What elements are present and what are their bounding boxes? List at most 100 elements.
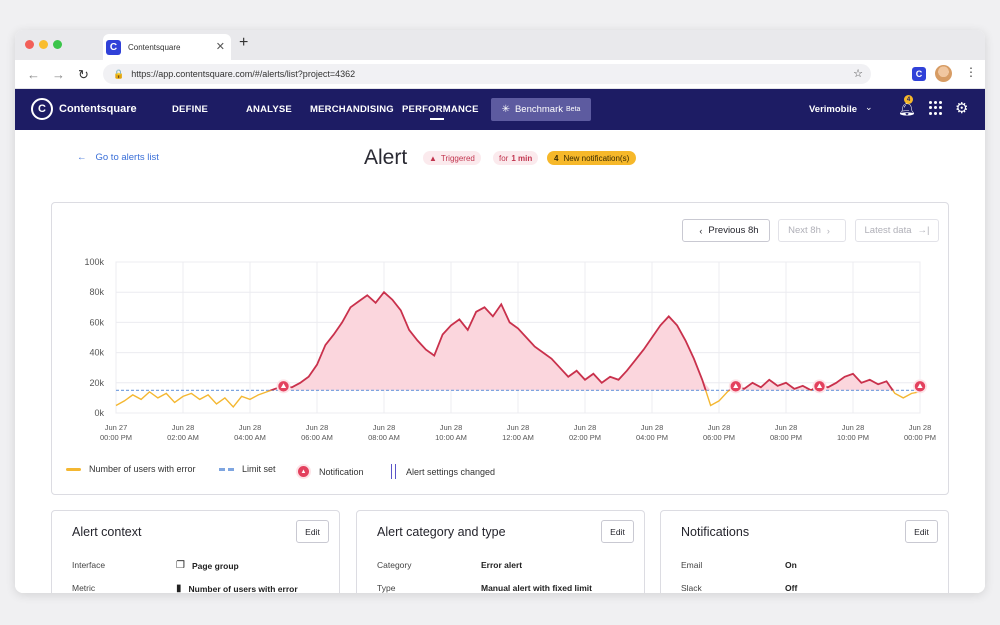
dashed-line-swatch-icon — [219, 467, 234, 471]
new-tab-icon[interactable]: + — [239, 34, 248, 52]
x-tick-date: Jun 28 — [172, 423, 195, 432]
browser-menu-icon[interactable]: ⋮ — [965, 65, 977, 79]
latest-data-button[interactable]: Latest data →| — [855, 219, 939, 242]
y-tick-label: 100k — [84, 257, 104, 267]
account-selector[interactable]: Verimobile — [809, 104, 857, 115]
back-link-label: Go to alerts list — [95, 152, 159, 163]
legend-label: Number of users with error — [89, 464, 196, 474]
status-badge: ▲ Triggered — [423, 151, 481, 165]
row-value: Error alert — [481, 560, 523, 570]
y-tick-label: 80k — [89, 287, 104, 297]
x-tick-time: 10:00 AM — [435, 433, 467, 442]
duration-badge: for 1 min — [493, 151, 539, 165]
bookmark-star-icon[interactable]: ☆ — [853, 67, 863, 80]
duration-prefix: for — [499, 153, 509, 163]
legend-item-settings-changed: Alert settings changed — [391, 464, 495, 479]
next-label: Next 8h — [788, 225, 821, 236]
card-title: Alert context — [72, 525, 142, 539]
benchmark-label: Benchmark — [514, 104, 564, 115]
row-value-text: Page group — [191, 560, 239, 571]
yellow-line-swatch-icon — [66, 467, 81, 471]
legend-item-notification: ▲ Notification — [296, 464, 364, 479]
row-value: ▮ Number of users with error — [176, 583, 298, 593]
alert-chart-card: 0k 20k 40k 60k 80k 100k Jun 27 00:00 PM Jun 28 02… — [51, 202, 949, 495]
active-nav-indicator — [430, 118, 444, 120]
url-text: https://app.contentsquare.com/#/alerts/l… — [131, 69, 356, 79]
alert-context-card: Alert context Edit Interface ❐ Page group… — [51, 510, 340, 593]
address-bar-row: ← → ↻ 🔒 https://app.contentsquare.com/#/… — [15, 60, 985, 89]
contentsquare-extension-icon[interactable]: C — [912, 67, 926, 81]
maximize-window-dot[interactable] — [53, 40, 62, 49]
x-tick-date: Jun 28 — [373, 423, 396, 432]
new-notifications-badge[interactable]: 4 New notification(s) — [547, 151, 637, 165]
nav-define[interactable]: DEFINE — [172, 104, 208, 115]
main-content: ← Go to alerts list Alert ▲ Triggered for 1… — [15, 130, 985, 593]
reload-icon[interactable]: ↻ — [78, 67, 89, 83]
y-tick-label: 20k — [89, 378, 104, 388]
bar-chart-icon: ▮ — [176, 583, 182, 593]
beta-badge: Beta — [566, 106, 581, 113]
latest-label: Latest data — [864, 225, 912, 236]
notif-count: 4 — [554, 153, 559, 163]
edit-notifications-button[interactable]: Edit — [905, 520, 938, 543]
edit-alert-context-button[interactable]: Edit — [296, 520, 329, 543]
legend-label: Limit set — [242, 464, 276, 474]
x-tick-time: 04:00 PM — [636, 433, 668, 442]
minimize-window-dot[interactable] — [39, 40, 48, 49]
row-key: Email — [681, 560, 703, 570]
card-title: Notifications — [681, 525, 750, 539]
legend-label: Alert settings changed — [406, 466, 496, 477]
profile-avatar[interactable] — [935, 65, 952, 82]
x-tick-time: 00:00 PM — [904, 433, 936, 442]
gear-icon[interactable]: ⚙ — [955, 99, 968, 117]
x-tick-date: Jun 28 — [641, 423, 664, 432]
x-tick-date: Jun 28 — [239, 423, 262, 432]
x-tick-time: 12:00 AM — [502, 433, 534, 442]
row-value: Off — [785, 583, 798, 593]
previous-8h-button[interactable]: ‹ Previous 8h — [682, 219, 770, 242]
row-value: ❐ Page group — [176, 560, 239, 571]
previous-label: Previous 8h — [708, 225, 759, 236]
x-tick-date: Jun 28 — [775, 423, 798, 432]
duration-value: 1 min — [511, 153, 533, 163]
forward-arrow-icon[interactable]: → — [52, 67, 65, 82]
page-group-icon: ❐ — [176, 560, 185, 571]
logo-text[interactable]: Contentsquare — [59, 103, 137, 115]
card-title: Alert category and type — [377, 525, 506, 539]
x-tick-time: 00:00 PM — [100, 433, 132, 442]
notification-count-badge: 4 — [904, 95, 913, 104]
x-tick-time: 02:00 AM — [167, 433, 199, 442]
chevron-left-icon: ‹ — [699, 225, 703, 236]
edit-category-button[interactable]: Edit — [601, 520, 634, 543]
apps-grid-icon[interactable] — [929, 101, 943, 115]
benchmark-button[interactable]: ✳ Benchmark Beta — [491, 98, 591, 121]
y-tick-label: 40k — [89, 348, 104, 358]
x-tick-time: 08:00 AM — [368, 433, 400, 442]
arrow-to-end-icon: →| — [917, 225, 930, 236]
status-label: Triggered — [440, 153, 475, 163]
chevron-down-icon[interactable]: ⌄ — [865, 102, 873, 113]
close-window-dot[interactable] — [25, 40, 34, 49]
row-value: On — [785, 560, 797, 570]
close-tab-icon[interactable]: ✕ — [216, 40, 225, 53]
back-to-alerts-link[interactable]: ← Go to alerts list — [77, 152, 159, 163]
contentsquare-favicon-icon: C — [106, 39, 121, 55]
row-key: Type — [377, 583, 396, 593]
back-arrow-icon[interactable]: ← — [27, 67, 40, 82]
x-tick-date: Jun 28 — [842, 423, 865, 432]
nav-merchandising[interactable]: MERCHANDISING — [310, 104, 394, 115]
browser-tab[interactable]: C Contentsquare ✕ — [103, 34, 231, 60]
nav-performance[interactable]: PERFORMANCE — [402, 104, 479, 115]
x-tick-date: Jun 28 — [909, 423, 932, 432]
left-arrow-icon: ← — [77, 152, 87, 163]
legend-item-users: Number of users with error — [66, 464, 196, 474]
alert-category-card: Alert category and type Edit Category Er… — [356, 510, 645, 593]
nav-analyse[interactable]: ANALYSE — [246, 104, 292, 115]
row-key: Slack — [681, 583, 702, 593]
url-bar[interactable]: 🔒 https://app.contentsquare.com/#/alerts… — [103, 64, 871, 84]
x-tick-time: 06:00 AM — [301, 433, 333, 442]
next-8h-button[interactable]: Next 8h › — [778, 219, 846, 242]
row-key: Metric — [72, 583, 96, 593]
x-tick-time: 06:00 PM — [703, 433, 735, 442]
contentsquare-logo-icon[interactable]: C — [31, 98, 53, 120]
